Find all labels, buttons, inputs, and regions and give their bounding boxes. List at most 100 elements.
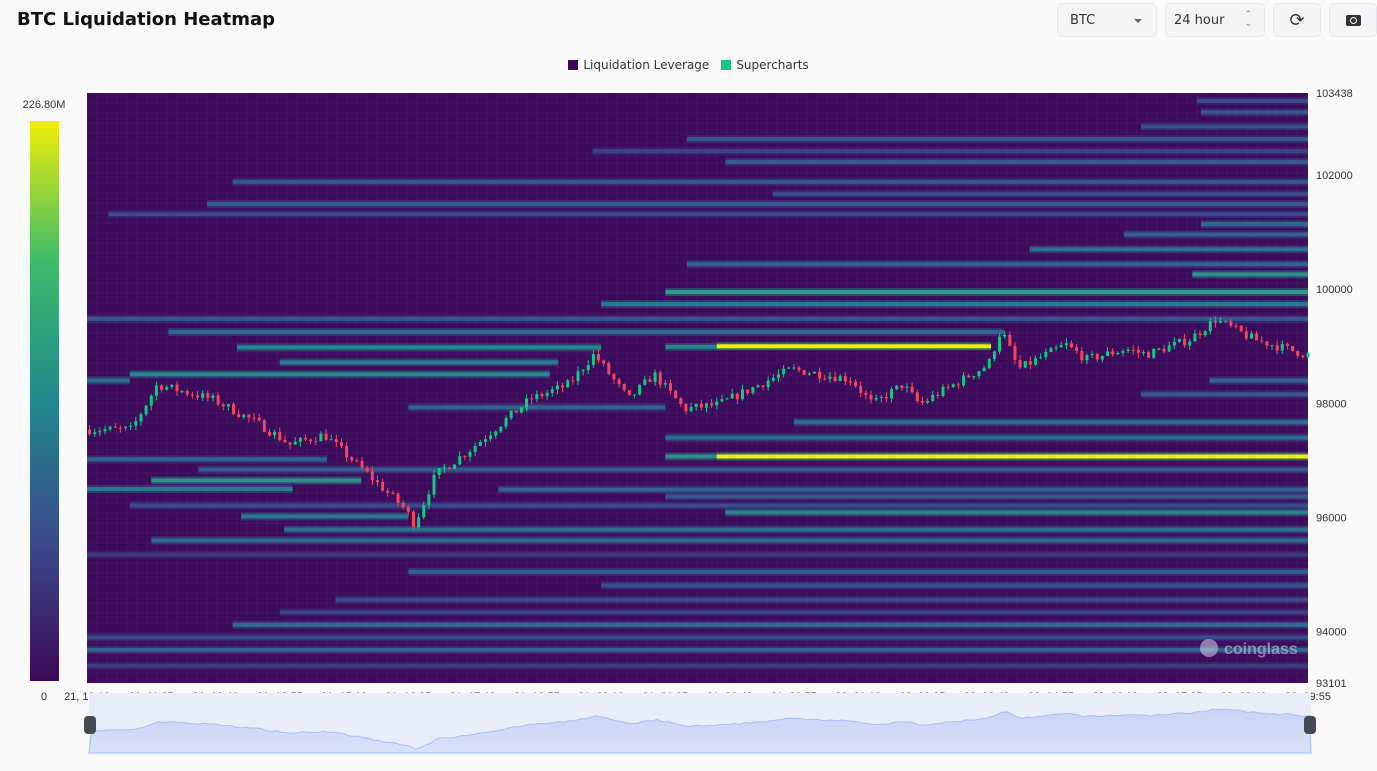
candle-body	[1034, 358, 1038, 365]
candle-body	[998, 336, 1002, 352]
liquidation-band	[592, 149, 1308, 154]
candle-body	[247, 414, 251, 418]
candle-body	[175, 384, 179, 392]
candle-body	[597, 354, 601, 361]
candle-body	[797, 367, 801, 371]
colorbar-min-label: 0	[41, 691, 47, 703]
candle-body	[1229, 321, 1233, 326]
candle-body	[843, 376, 847, 382]
candle-body	[1039, 357, 1043, 359]
candle-body	[345, 446, 349, 458]
candle-body	[545, 392, 549, 397]
candle-body	[124, 426, 128, 428]
candle-body	[339, 442, 343, 447]
candle-body	[1219, 321, 1223, 323]
candle-body	[530, 398, 534, 400]
candle-body	[494, 431, 498, 436]
liquidation-band	[772, 191, 1308, 196]
candle-body	[201, 393, 205, 398]
candle-body	[504, 418, 508, 427]
y-tick-label: 100000	[1316, 284, 1353, 296]
candle-body	[458, 456, 462, 465]
candle-body	[951, 384, 955, 387]
candle-body	[375, 480, 379, 482]
liquidation-band	[87, 647, 1308, 652]
candle-body	[699, 403, 703, 408]
candle-body	[915, 392, 919, 401]
candle-body	[561, 385, 565, 388]
candle-body	[566, 380, 570, 388]
candle-body	[514, 410, 518, 413]
candle-body	[1136, 349, 1140, 353]
candle-body	[612, 374, 616, 380]
candle-body	[113, 426, 117, 428]
candle-body	[936, 394, 940, 396]
candle-body	[1285, 344, 1289, 346]
candle-body	[1291, 345, 1295, 351]
candle-body	[118, 427, 122, 429]
colorbar	[30, 121, 59, 681]
liquidation-band	[408, 569, 1308, 574]
candle-body	[653, 372, 657, 382]
candle-body	[782, 368, 786, 375]
candle-body	[1301, 355, 1305, 358]
liquidation-band	[279, 610, 1309, 615]
candle-body	[525, 398, 529, 408]
candle-body	[108, 426, 112, 430]
candle-body	[509, 410, 513, 419]
candle-body	[931, 394, 935, 401]
liquidation-band	[87, 457, 327, 462]
candle-body	[1244, 331, 1248, 339]
candle-body	[962, 375, 966, 386]
candle-body	[149, 395, 153, 406]
liquidation-band	[87, 552, 1308, 557]
heatmap-chart: 226.80M 0 103438 102000 100000 98000 96000 94…	[23, 88, 1353, 754]
liquidation-band	[1196, 98, 1308, 103]
liquidation-band	[1140, 392, 1308, 397]
candle-body	[900, 385, 904, 388]
candle-body	[221, 404, 225, 407]
candle-body	[602, 360, 606, 364]
candle-body	[648, 379, 652, 382]
candle-body	[633, 394, 637, 396]
candle-body	[694, 403, 698, 407]
candle-body	[499, 426, 503, 432]
navigator-left-handle[interactable]	[84, 716, 96, 734]
candle-body	[1306, 352, 1310, 358]
candle-body	[1193, 333, 1197, 342]
candle-body	[1280, 344, 1284, 351]
candle-body	[812, 371, 816, 374]
liquidation-band	[1029, 247, 1308, 252]
liquidation-band	[279, 360, 559, 365]
candle-body	[1111, 351, 1115, 355]
navigator-right-handle[interactable]	[1304, 716, 1316, 734]
candle-body	[1090, 354, 1094, 356]
candle-body	[792, 367, 796, 369]
candle-body	[1249, 333, 1253, 339]
liquidation-band	[1200, 110, 1308, 115]
liquidation-band	[725, 159, 1308, 164]
candle-body	[720, 399, 724, 402]
candle-body	[355, 460, 359, 462]
candle-body	[144, 405, 148, 415]
liquidation-band	[793, 420, 1308, 425]
liquidation-band	[232, 622, 1308, 627]
candle-body	[185, 391, 189, 395]
candle-body	[627, 390, 631, 395]
candle-body	[756, 385, 760, 388]
liquidation-band	[108, 212, 1309, 217]
candle-body	[1239, 325, 1243, 332]
liquidation-band	[686, 137, 1308, 142]
candle-body	[946, 386, 950, 388]
candle-body	[154, 385, 158, 396]
liquidation-band	[87, 486, 293, 491]
candle-body	[1064, 343, 1068, 346]
candle-body	[864, 392, 868, 395]
candle-body	[838, 376, 842, 382]
candle-body	[586, 364, 590, 371]
candle-body	[684, 404, 688, 412]
candle-body	[483, 439, 487, 442]
liquidation-band	[284, 527, 1308, 532]
candle-body	[129, 425, 133, 427]
candle-body	[437, 468, 441, 475]
